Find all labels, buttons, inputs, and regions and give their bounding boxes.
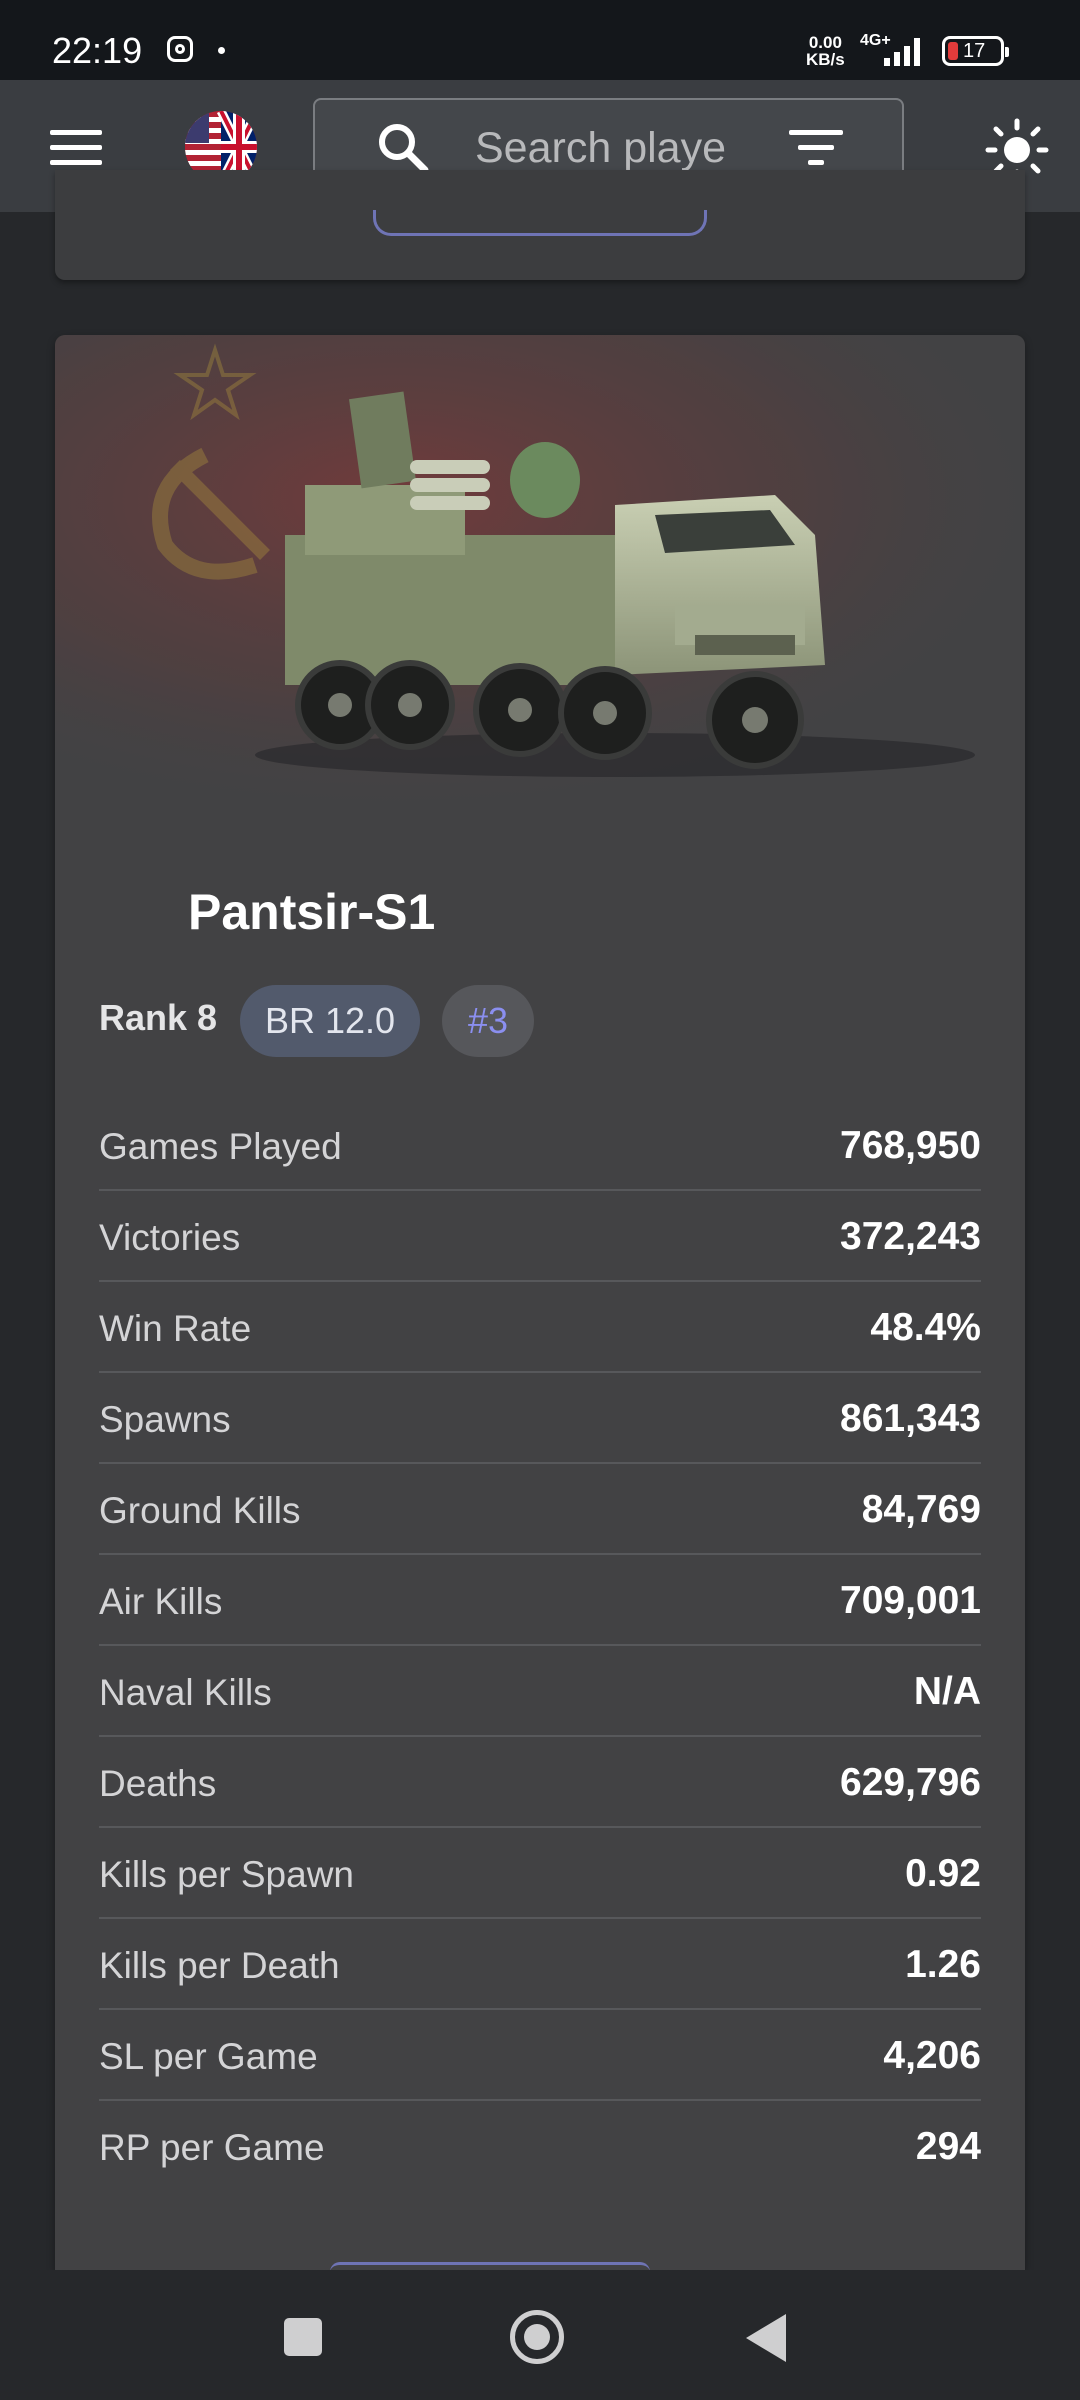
vehicle-rank: Rank 8 xyxy=(99,997,218,1038)
stat-row-air-kills: Air Kills 709,001 xyxy=(99,1555,981,1646)
vehicle-image xyxy=(55,335,1025,805)
vehicle-card: Pantsir-S1 Rank 8 BR 12.0 #3 Games Playe… xyxy=(55,335,1025,2270)
stats-table: Games Played 768,950 Victories 372,243 W… xyxy=(99,1100,981,2190)
stat-label: Spawns xyxy=(99,1399,231,1440)
network-speed-value: 0.00 xyxy=(808,33,842,52)
network-speed: 0.00 KB/s xyxy=(806,34,845,68)
stat-label: Ground Kills xyxy=(99,1490,301,1531)
stat-row-ground-kills: Ground Kills 84,769 xyxy=(99,1464,981,1555)
stat-label: Air Kills xyxy=(99,1581,223,1622)
stat-row-victories: Victories 372,243 xyxy=(99,1191,981,1282)
signal-icon xyxy=(880,36,924,66)
home-icon[interactable] xyxy=(510,2310,564,2364)
stat-row-rp-per-game: RP per Game 294 xyxy=(99,2101,981,2190)
stat-row-kills-per-death: Kills per Death 1.26 xyxy=(99,1919,981,2010)
stat-row-kills-per-spawn: Kills per Spawn 0.92 xyxy=(99,1828,981,1919)
stat-label: Games Played xyxy=(99,1126,342,1167)
stat-row-games-played: Games Played 768,950 xyxy=(99,1100,981,1191)
stat-value: 0.92 xyxy=(905,1852,981,1895)
stat-value: 294 xyxy=(915,2125,981,2168)
stat-label: RP per Game xyxy=(99,2127,325,2168)
stat-value: N/A xyxy=(913,1670,981,1713)
battle-rating-chip[interactable]: BR 12.0 xyxy=(240,985,420,1057)
stat-value: 84,769 xyxy=(861,1488,981,1531)
stat-label: Kills per Death xyxy=(99,1945,340,1986)
vehicle-name: Pantsir-S1 xyxy=(188,884,436,940)
stat-row-spawns: Spawns 861,343 xyxy=(99,1373,981,1464)
rank-position-chip[interactable]: #3 xyxy=(442,985,534,1057)
search-icon[interactable] xyxy=(373,118,433,178)
previous-card-button[interactable] xyxy=(373,210,707,236)
battery-icon: 17 xyxy=(942,36,1009,66)
stat-value: 4,206 xyxy=(883,2034,981,2077)
stat-row-win-rate: Win Rate 48.4% xyxy=(99,1282,981,1373)
filter-icon[interactable] xyxy=(789,130,843,168)
network-speed-unit: KB/s xyxy=(806,50,845,69)
menu-icon[interactable] xyxy=(50,130,102,166)
stat-value: 861,343 xyxy=(840,1397,981,1440)
stat-value: 48.4% xyxy=(870,1306,981,1349)
stat-row-naval-kills: Naval Kills N/A xyxy=(99,1646,981,1737)
status-bar: 22:19 0.00 KB/s 4G+ 17 xyxy=(0,0,1080,80)
stat-value: 709,001 xyxy=(840,1579,981,1622)
status-time: 22:19 xyxy=(52,30,143,71)
stat-value: 629,796 xyxy=(840,1761,981,1804)
stat-label: Kills per Spawn xyxy=(99,1854,355,1895)
stat-row-deaths: Deaths 629,796 xyxy=(99,1737,981,1828)
stat-label: Victories xyxy=(99,1217,241,1258)
instagram-notification-icon xyxy=(167,36,193,62)
back-icon[interactable] xyxy=(746,2314,786,2362)
stat-label: Deaths xyxy=(99,1763,217,1804)
stat-value: 372,243 xyxy=(840,1215,981,1258)
stat-row-sl-per-game: SL per Game 4,206 xyxy=(99,2010,981,2101)
stat-value: 768,950 xyxy=(840,1124,981,1167)
previous-vehicle-card xyxy=(55,170,1025,280)
battery-level: 17 xyxy=(963,40,986,62)
stat-label: Naval Kills xyxy=(99,1672,272,1713)
more-notifications-dot-icon xyxy=(218,47,225,54)
system-nav-bar xyxy=(0,2270,1080,2400)
stat-label: SL per Game xyxy=(99,2036,318,2077)
recents-icon[interactable] xyxy=(284,2318,322,2356)
stat-value: 1.26 xyxy=(905,1943,981,1986)
stat-label: Win Rate xyxy=(99,1308,252,1349)
search-input[interactable] xyxy=(475,120,745,176)
